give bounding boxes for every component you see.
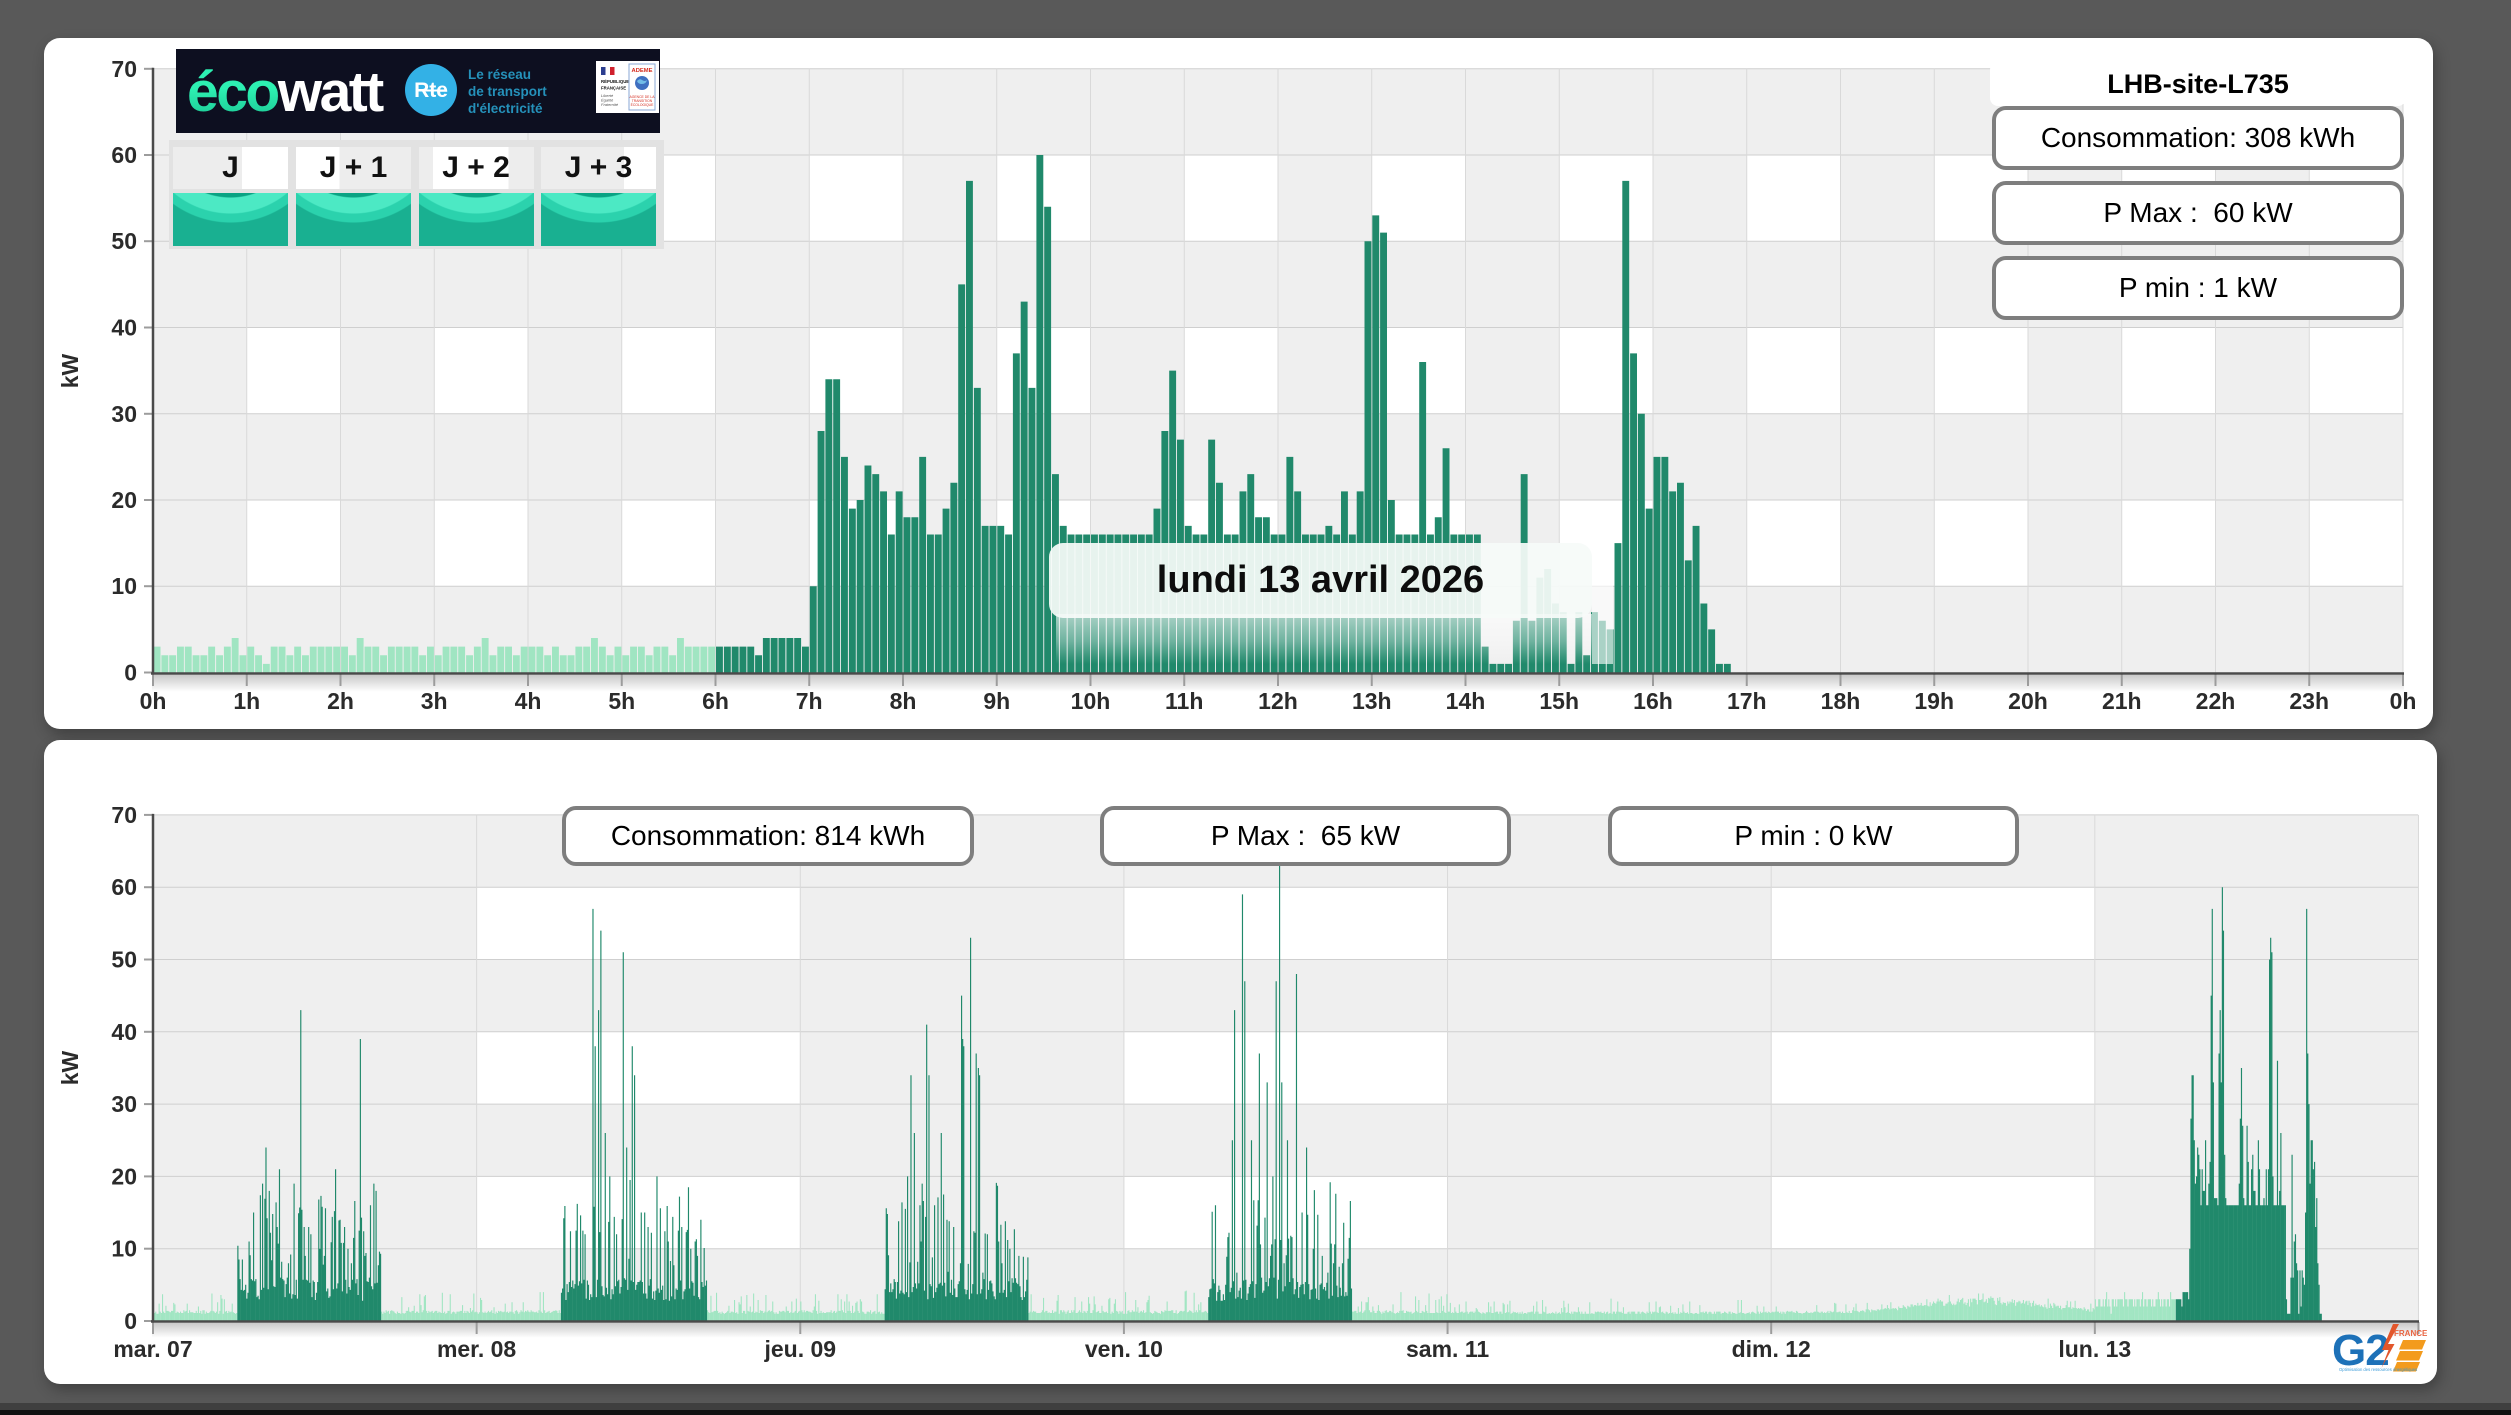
svg-text:6h: 6h — [702, 688, 729, 714]
svg-text:FRANCE: FRANCE — [2394, 1329, 2428, 1338]
svg-text:15h: 15h — [1539, 688, 1579, 714]
svg-text:14h: 14h — [1446, 688, 1486, 714]
svg-text:kW: kW — [57, 353, 83, 388]
svg-text:20: 20 — [111, 1163, 137, 1189]
svg-text:kW: kW — [57, 1050, 83, 1085]
svg-text:ÉCOLOGIQUE: ÉCOLOGIQUE — [631, 102, 655, 107]
svg-text:sam. 11: sam. 11 — [1406, 1336, 1489, 1362]
svg-text:40: 40 — [111, 315, 137, 341]
svg-text:0: 0 — [124, 1308, 137, 1334]
svg-text:12h: 12h — [1258, 688, 1298, 714]
svg-text:7h: 7h — [796, 688, 823, 714]
svg-text:20: 20 — [111, 487, 137, 513]
svg-text:70: 70 — [111, 802, 137, 828]
svg-text:3h: 3h — [421, 688, 448, 714]
svg-text:0h: 0h — [140, 688, 167, 714]
svg-text:FRANÇAISE: FRANÇAISE — [601, 86, 626, 91]
svg-text:ven. 10: ven. 10 — [1085, 1336, 1163, 1362]
svg-text:60: 60 — [111, 142, 137, 168]
svg-text:10: 10 — [111, 573, 137, 599]
svg-text:20h: 20h — [2008, 688, 2048, 714]
svg-text:60: 60 — [111, 874, 137, 900]
svg-text:lun. 13: lun. 13 — [2058, 1336, 2131, 1362]
svg-text:0h: 0h — [2390, 688, 2417, 714]
svg-text:30: 30 — [111, 1091, 137, 1117]
svg-text:mer. 08: mer. 08 — [437, 1336, 516, 1362]
svg-text:mar. 07: mar. 07 — [113, 1336, 192, 1362]
svg-text:10: 10 — [111, 1236, 137, 1262]
svg-text:50: 50 — [111, 228, 137, 254]
svg-text:18h: 18h — [1821, 688, 1861, 714]
svg-text:2h: 2h — [327, 688, 354, 714]
svg-text:jeu. 09: jeu. 09 — [763, 1336, 836, 1362]
svg-text:5h: 5h — [608, 688, 635, 714]
svg-text:11h: 11h — [1165, 688, 1203, 714]
svg-text:10h: 10h — [1071, 688, 1111, 714]
svg-text:30: 30 — [111, 401, 137, 427]
svg-text:ADEME: ADEME — [632, 68, 653, 74]
svg-text:Le réseau: Le réseau — [468, 67, 531, 82]
svg-text:19h: 19h — [1914, 688, 1954, 714]
svg-text:13h: 13h — [1352, 688, 1392, 714]
svg-text:22h: 22h — [2196, 688, 2236, 714]
svg-text:dim. 12: dim. 12 — [1732, 1336, 1811, 1362]
svg-text:1h: 1h — [233, 688, 260, 714]
svg-text:21h: 21h — [2102, 688, 2142, 714]
svg-text:0: 0 — [124, 660, 137, 686]
svg-text:9h: 9h — [983, 688, 1010, 714]
svg-text:RÉPUBLIQUE: RÉPUBLIQUE — [601, 79, 629, 84]
svg-text:Optimisation des ressources én: Optimisation des ressources énergétiques — [2339, 1367, 2417, 1372]
svg-text:70: 70 — [111, 56, 137, 82]
svg-text:50: 50 — [111, 947, 137, 973]
svg-text:d'électricité: d'électricité — [468, 101, 543, 116]
svg-text:8h: 8h — [890, 688, 917, 714]
svg-text:40: 40 — [111, 1019, 137, 1045]
svg-text:Fraternité: Fraternité — [601, 102, 619, 107]
svg-text:4h: 4h — [515, 688, 542, 714]
svg-text:de transport: de transport — [468, 84, 547, 99]
svg-text:23h: 23h — [2289, 688, 2329, 714]
svg-text:17h: 17h — [1727, 688, 1767, 714]
svg-text:16h: 16h — [1633, 688, 1673, 714]
